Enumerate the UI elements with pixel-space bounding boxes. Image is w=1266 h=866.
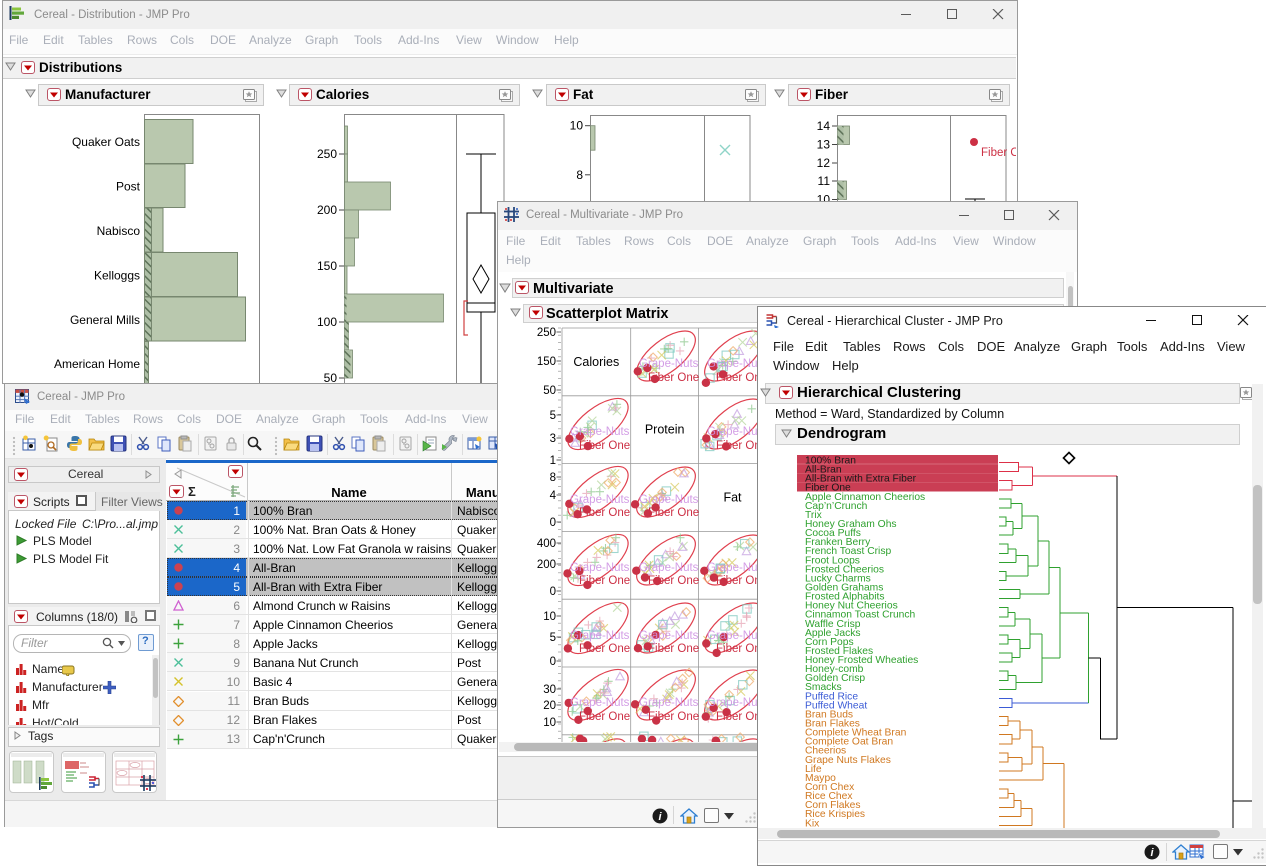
- svg-text:Bran Buds: Bran Buds: [805, 710, 853, 721]
- svg-text:Life: Life: [805, 764, 822, 775]
- svg-text:All-Bran: All-Bran: [805, 465, 842, 476]
- svg-text:1: 1: [550, 455, 556, 467]
- svg-text:Bran Flakes: Bran Flakes: [805, 719, 860, 730]
- svg-text:Apple Jacks: Apple Jacks: [805, 628, 861, 639]
- svg-text:10: 10: [543, 611, 556, 623]
- svg-text:All-Bran with Extra Fiber: All-Bran with Extra Fiber: [805, 474, 917, 485]
- svg-text:Rice Chex: Rice Chex: [805, 791, 853, 802]
- svg-text:Grape-Nuts: Grape-Nuts: [570, 426, 630, 438]
- svg-text:Corn Pops: Corn Pops: [805, 637, 854, 648]
- svg-text:100% Bran: 100% Bran: [805, 456, 856, 467]
- svg-text:Grape Nuts Flakes: Grape Nuts Flakes: [805, 755, 891, 766]
- svg-text:Grape-Nuts: Grape-Nuts: [707, 697, 765, 709]
- svg-text:Frosted Alphabits: Frosted Alphabits: [805, 592, 885, 603]
- svg-text:Fiber One: Fiber One: [648, 575, 699, 587]
- svg-text:Corn Chex: Corn Chex: [805, 782, 855, 793]
- svg-text:Fiber One: Fiber One: [579, 440, 630, 452]
- svg-text:Trix: Trix: [805, 510, 823, 521]
- svg-text:Froot Loops: Froot Loops: [805, 555, 860, 566]
- svg-text:Golden Crisp: Golden Crisp: [805, 673, 865, 684]
- svg-text:Honey Nut Cheerios: Honey Nut Cheerios: [805, 601, 898, 612]
- svg-text:Puffed Rice: Puffed Rice: [805, 691, 858, 702]
- svg-text:8: 8: [550, 472, 556, 484]
- svg-text:0: 0: [550, 517, 556, 529]
- svg-text:Grape-Nuts: Grape-Nuts: [639, 562, 699, 574]
- svg-text:Grape-Nuts: Grape-Nuts: [570, 630, 630, 642]
- svg-text:Honey Graham Ohs: Honey Graham Ohs: [805, 519, 897, 530]
- svg-text:i: i: [658, 811, 662, 823]
- svg-text:Fiber One: Fiber One: [716, 575, 765, 587]
- svg-text:Frosted Flakes: Frosted Flakes: [805, 646, 873, 657]
- svg-text:Complete Oat Bran: Complete Oat Bran: [805, 737, 893, 748]
- svg-text:30: 30: [543, 684, 556, 696]
- svg-text:Frosted Cheerios: Frosted Cheerios: [805, 564, 884, 575]
- svg-text:Kix: Kix: [805, 818, 820, 828]
- svg-text:Puffed Wheat: Puffed Wheat: [805, 700, 867, 711]
- svg-text:3: 3: [550, 433, 556, 445]
- svg-text:Honey Frosted Wheaties: Honey Frosted Wheaties: [805, 655, 918, 666]
- svg-text:0: 0: [550, 656, 556, 668]
- svg-text:Fiber One: Fiber One: [648, 711, 699, 723]
- svg-text:Complete Wheat Bran: Complete Wheat Bran: [805, 728, 907, 739]
- svg-text:Fiber One: Fiber One: [716, 711, 765, 723]
- svg-text:Cocoa Puffs: Cocoa Puffs: [805, 528, 861, 539]
- svg-text:Fiber One: Fiber One: [579, 507, 630, 519]
- svg-text:Grape-Nuts: Grape-Nuts: [707, 630, 765, 642]
- svg-text:Fiber One: Fiber One: [716, 643, 765, 655]
- svg-text:Maypo: Maypo: [805, 773, 836, 784]
- svg-text:4: 4: [550, 490, 557, 502]
- svg-text:Golden Grahams: Golden Grahams: [805, 583, 883, 594]
- svg-text:Rice Krispies: Rice Krispies: [805, 809, 865, 820]
- svg-text:400: 400: [537, 538, 556, 550]
- svg-text:Grape-Nuts: Grape-Nuts: [707, 562, 765, 574]
- svg-text:French Toast Crisp: French Toast Crisp: [805, 546, 891, 557]
- svg-text:Grape-Nuts: Grape-Nuts: [707, 426, 765, 438]
- svg-text:Apple Cinnamon Cheerios: Apple Cinnamon Cheerios: [805, 492, 925, 503]
- svg-text:Grape-Nuts: Grape-Nuts: [570, 562, 630, 574]
- svg-text:Cheerios: Cheerios: [805, 746, 846, 757]
- svg-text:Honey-comb: Honey-comb: [805, 664, 864, 675]
- svg-text:Smacks: Smacks: [805, 682, 842, 693]
- svg-text:Cinnamon Toast Crunch: Cinnamon Toast Crunch: [805, 610, 916, 621]
- svg-text:10: 10: [543, 717, 556, 729]
- svg-text:20: 20: [543, 700, 556, 712]
- svg-text:Grape-Nuts: Grape-Nuts: [639, 630, 699, 642]
- svg-text:Fiber One: Fiber One: [648, 643, 699, 655]
- svg-text:Grape-Nuts: Grape-Nuts: [639, 697, 699, 709]
- svg-text:Cap’n’Crunch: Cap’n’Crunch: [805, 501, 868, 512]
- svg-text:Protein: Protein: [645, 423, 685, 437]
- svg-text:Waffle Crisp: Waffle Crisp: [805, 619, 861, 630]
- svg-text:Grape-Nuts: Grape-Nuts: [570, 697, 630, 709]
- svg-text:Grape-Nuts: Grape-Nuts: [639, 494, 699, 506]
- svg-text:Fat: Fat: [723, 491, 742, 505]
- svg-text:Fiber One: Fiber One: [579, 643, 630, 655]
- svg-text:Franken Berry: Franken Berry: [805, 537, 871, 548]
- svg-text:Grape-Nuts: Grape-Nuts: [570, 494, 630, 506]
- svg-text:Corn Flakes: Corn Flakes: [805, 800, 861, 811]
- svg-text:i: i: [1150, 847, 1154, 859]
- svg-text:5: 5: [550, 632, 556, 644]
- svg-text:200: 200: [537, 559, 556, 571]
- svg-text:0: 0: [550, 586, 556, 598]
- svg-text:Fiber One: Fiber One: [579, 711, 630, 723]
- svg-text:Fiber One: Fiber One: [579, 575, 630, 587]
- svg-text:Fiber One: Fiber One: [805, 483, 851, 494]
- svg-text:Fiber One: Fiber One: [648, 507, 699, 519]
- svg-text:Fiber One: Fiber One: [716, 440, 765, 452]
- svg-text:Lucky Charms: Lucky Charms: [805, 573, 871, 584]
- svg-text:50: 50: [543, 385, 556, 397]
- svg-text:5: 5: [550, 410, 556, 422]
